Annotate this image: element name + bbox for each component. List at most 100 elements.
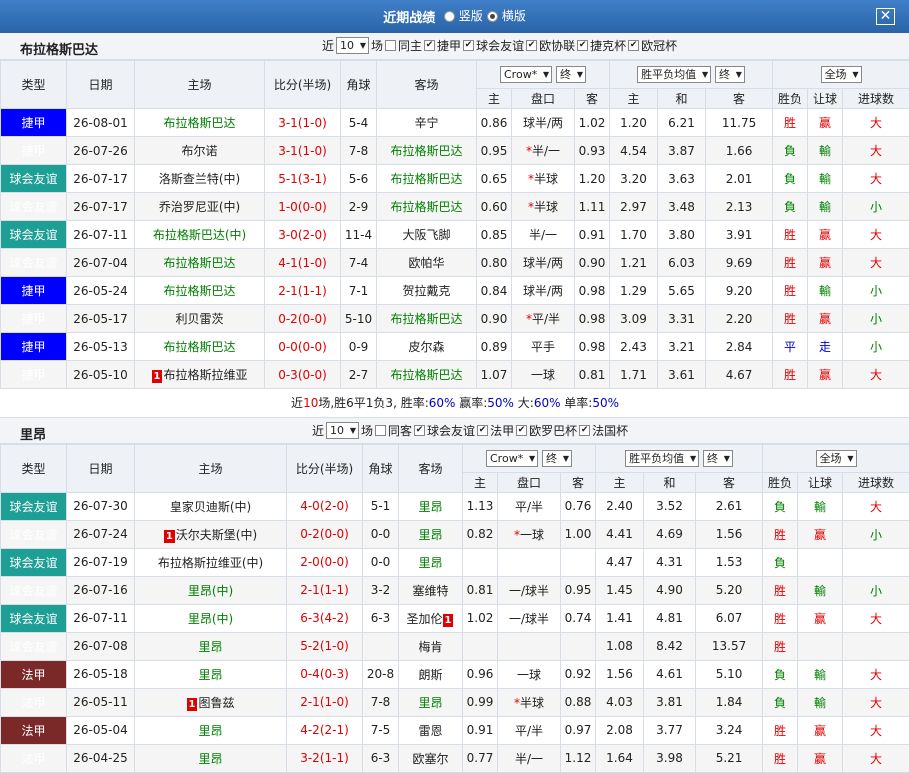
home-team-cell[interactable]: 1沃尔夫斯堡(中) xyxy=(135,520,287,548)
away-team-cell[interactable]: 梅肯 xyxy=(399,632,463,660)
away-team-cell[interactable]: 圣加伦1 xyxy=(399,604,463,632)
filter-checkbox[interactable]: ✔ xyxy=(477,425,488,436)
home-team-cell[interactable]: 1图鲁兹 xyxy=(135,688,287,716)
home-team-cell[interactable]: 布拉格斯巴达 xyxy=(135,109,265,137)
home-team-cell[interactable]: 布拉格斯巴达 xyxy=(135,277,265,305)
score-cell[interactable]: 5-1(3-1) xyxy=(265,165,341,193)
away-team-cell[interactable]: 贺拉戴克 xyxy=(377,277,477,305)
date-cell: 26-05-04 xyxy=(67,716,135,744)
odds-type-select[interactable]: 胜平负均值 xyxy=(637,66,711,83)
score-cell[interactable]: 2-0(0-0) xyxy=(287,548,363,576)
away-team-cell[interactable]: 辛宁 xyxy=(377,109,477,137)
col-sub-away: 客 xyxy=(575,89,610,109)
away-team-cell[interactable]: 布拉格斯巴达 xyxy=(377,165,477,193)
away-team-cell[interactable]: 里昂 xyxy=(399,492,463,520)
same-home-checkbox[interactable] xyxy=(385,40,396,51)
score-cell[interactable]: 0-3(0-0) xyxy=(265,361,341,389)
score-cell[interactable]: 0-4(0-3) xyxy=(287,660,363,688)
score-cell[interactable]: 5-2(1-0) xyxy=(287,632,363,660)
close-button[interactable]: ✕ xyxy=(876,8,895,25)
odds-stage-select-2[interactable]: 终 xyxy=(703,450,733,467)
home-team-cell[interactable]: 里昂 xyxy=(135,632,287,660)
handicap-result-cell: 赢 xyxy=(808,109,843,137)
home-team-cell[interactable]: 布拉格斯巴达(中) xyxy=(135,221,265,249)
score-cell[interactable]: 0-2(0-0) xyxy=(287,520,363,548)
filter-checkbox[interactable]: ✔ xyxy=(577,40,588,51)
score-cell[interactable]: 2-1(1-1) xyxy=(287,576,363,604)
score-cell[interactable]: 0-2(0-0) xyxy=(265,305,341,333)
home-team-cell[interactable]: 布拉格斯拉维亚(中) xyxy=(135,548,287,576)
home-team-cell[interactable]: 里昂 xyxy=(135,744,287,772)
score-cell[interactable]: 3-1(1-0) xyxy=(265,109,341,137)
col-corner: 角球 xyxy=(363,444,399,492)
away-team-cell[interactable]: 里昂 xyxy=(399,548,463,576)
euro-away-cell: 3.91 xyxy=(706,221,773,249)
away-team-cell[interactable]: 欧帕华 xyxy=(377,249,477,277)
score-cell[interactable]: 2-1(1-0) xyxy=(287,688,363,716)
odds-stage-select[interactable]: 终 xyxy=(542,450,572,467)
score-cell[interactable]: 3-0(2-0) xyxy=(265,221,341,249)
filter-checkbox[interactable]: ✔ xyxy=(424,40,435,51)
score-cell[interactable]: 3-1(1-0) xyxy=(265,137,341,165)
handicap-result-cell: 輸 xyxy=(808,165,843,193)
odds-away-cell: 1.11 xyxy=(575,193,610,221)
filter-checkbox[interactable]: ✔ xyxy=(526,40,537,51)
match-count-select[interactable]: 10 xyxy=(326,422,359,439)
away-team-cell[interactable]: 布拉格斯巴达 xyxy=(377,361,477,389)
away-team-cell[interactable]: 布拉格斯巴达 xyxy=(377,193,477,221)
score-cell[interactable]: 4-0(2-0) xyxy=(287,492,363,520)
away-team-name: 辛宁 xyxy=(414,116,438,130)
same-away-checkbox[interactable] xyxy=(375,425,386,436)
home-team-cell[interactable]: 布拉格斯巴达 xyxy=(135,333,265,361)
odds-type-select[interactable]: 胜平负均值 xyxy=(625,450,699,467)
home-team-cell[interactable]: 1布拉格斯拉维亚 xyxy=(135,361,265,389)
filter-checkbox[interactable]: ✔ xyxy=(579,425,590,436)
home-team-cell[interactable]: 布拉格斯巴达 xyxy=(135,249,265,277)
away-team-cell[interactable]: 大阪飞脚 xyxy=(377,221,477,249)
home-team-cell[interactable]: 乔治罗尼亚(中) xyxy=(135,193,265,221)
odds-stage-select-2[interactable]: 终 xyxy=(715,66,745,83)
corner-cell: 7-5 xyxy=(363,716,399,744)
away-team-cell[interactable]: 塞维特 xyxy=(399,576,463,604)
home-team-cell[interactable]: 里昂 xyxy=(135,716,287,744)
home-team-name: 布拉格斯巴达 xyxy=(163,284,235,298)
away-team-cell[interactable]: 欧塞尔 xyxy=(399,744,463,772)
score-cell[interactable]: 2-1(1-1) xyxy=(265,277,341,305)
score-cell[interactable]: 0-0(0-0) xyxy=(265,333,341,361)
home-team-cell[interactable]: 里昂(中) xyxy=(135,604,287,632)
home-team-cell[interactable]: 里昂 xyxy=(135,660,287,688)
filter-checkbox[interactable]: ✔ xyxy=(516,425,527,436)
away-team-name: 里昂 xyxy=(20,424,46,443)
landscape-radio[interactable] xyxy=(487,11,498,22)
away-team-cell[interactable]: 朗斯 xyxy=(399,660,463,688)
away-team-cell[interactable]: 皮尔森 xyxy=(377,333,477,361)
score-cell[interactable]: 6-3(4-2) xyxy=(287,604,363,632)
goals-result-cell: 大 xyxy=(843,361,909,389)
match-type-cell: 捷甲 xyxy=(1,361,67,389)
score-cell[interactable]: 3-2(1-1) xyxy=(287,744,363,772)
away-team-cell[interactable]: 雷恩 xyxy=(399,716,463,744)
away-team-cell[interactable]: 布拉格斯巴达 xyxy=(377,137,477,165)
odds-away-cell: 1.12 xyxy=(561,744,596,772)
filter-checkbox[interactable]: ✔ xyxy=(463,40,474,51)
home-team-cell[interactable]: 洛斯查兰特(中) xyxy=(135,165,265,193)
filter-checkbox[interactable]: ✔ xyxy=(628,40,639,51)
company-select[interactable]: Crow* xyxy=(500,66,552,83)
period-select[interactable]: 全场 xyxy=(821,66,862,83)
portrait-radio[interactable] xyxy=(444,11,455,22)
period-select[interactable]: 全场 xyxy=(816,450,857,467)
home-team-cell[interactable]: 布尔诺 xyxy=(135,137,265,165)
odds-stage-select[interactable]: 终 xyxy=(556,66,586,83)
score-cell[interactable]: 4-1(1-0) xyxy=(265,249,341,277)
score-cell[interactable]: 1-0(0-0) xyxy=(265,193,341,221)
score-cell[interactable]: 4-2(2-1) xyxy=(287,716,363,744)
home-team-cell[interactable]: 皇家贝迪斯(中) xyxy=(135,492,287,520)
home-team-cell[interactable]: 里昂(中) xyxy=(135,576,287,604)
away-team-cell[interactable]: 里昂 xyxy=(399,688,463,716)
filter-checkbox[interactable]: ✔ xyxy=(414,425,425,436)
away-team-cell[interactable]: 里昂 xyxy=(399,520,463,548)
home-team-cell[interactable]: 利贝雷茨 xyxy=(135,305,265,333)
company-select[interactable]: Crow* xyxy=(486,450,538,467)
away-team-cell[interactable]: 布拉格斯巴达 xyxy=(377,305,477,333)
match-count-select[interactable]: 10 xyxy=(336,37,369,54)
